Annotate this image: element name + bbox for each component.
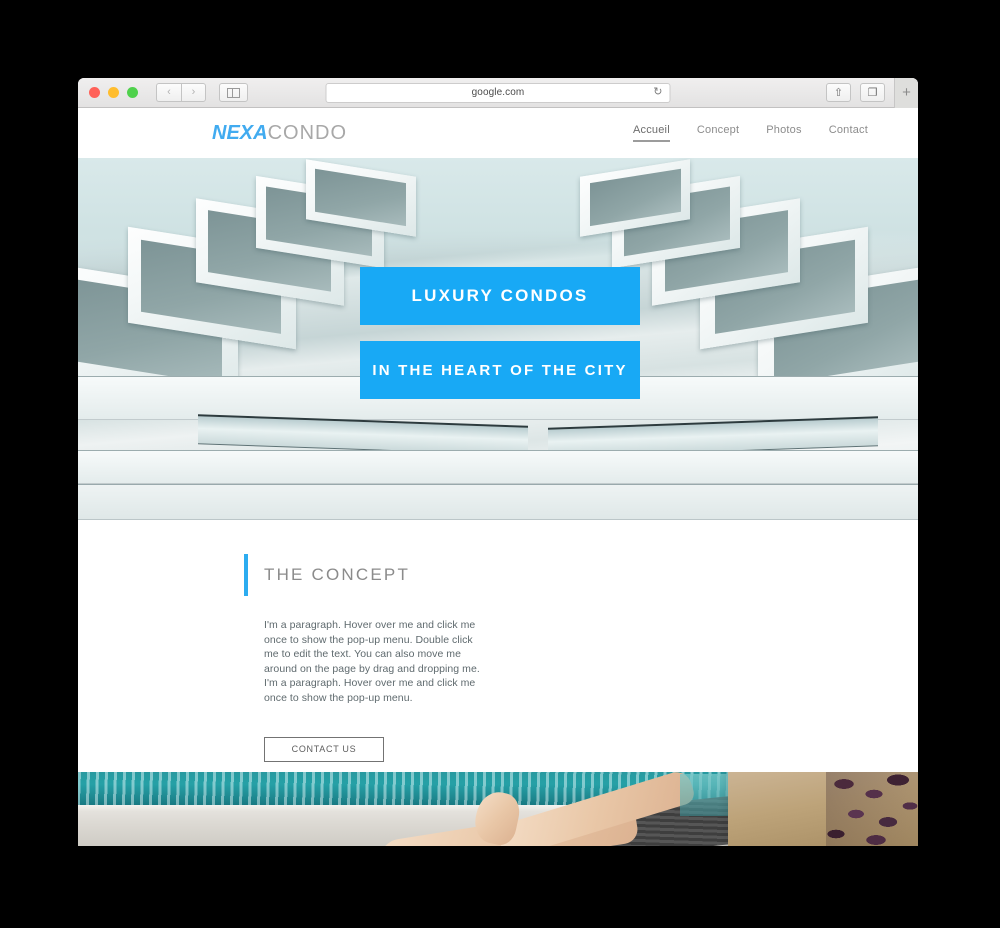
nav-item-concept[interactable]: Concept [697,124,739,142]
tabs-icon: ❐ [867,87,878,99]
contact-us-button[interactable]: CONTACT US [264,736,384,762]
hero-background-image [78,158,918,520]
sidebar-toggle-button[interactable] [219,83,248,102]
address-bar[interactable]: google.com ↻ [325,82,671,103]
logo-primary-text: NEXA [212,121,268,144]
new-tab-button[interactable]: + [894,78,918,108]
maximize-window-button[interactable] [127,87,138,98]
sidebar-icon [227,87,240,98]
plus-icon: + [902,84,911,101]
site-navigation: Accueil Concept Photos Contact [632,124,868,142]
concept-paragraph[interactable]: I'm a paragraph. Hover over me and click… [264,618,480,706]
chevron-left-icon: ‹ [167,86,171,98]
hero-banner-secondary-text: IN THE HEART OF THE CITY [372,361,628,379]
foliage [826,772,918,846]
navigation-buttons: ‹ › [156,83,206,102]
nav-item-contact[interactable]: Contact [829,124,868,142]
pool-image-section [78,772,918,846]
concept-section: THE CONCEPT I'm a paragraph. Hover over … [78,520,918,772]
back-button[interactable]: ‹ [156,83,181,102]
concept-content: THE CONCEPT I'm a paragraph. Hover over … [244,554,544,762]
concept-title-row: THE CONCEPT [244,554,544,596]
concept-title: THE CONCEPT [264,565,411,584]
reload-icon[interactable]: ↻ [653,87,662,98]
chevron-right-icon: › [191,86,196,98]
hero-banner-primary-text: LUXURY CONDOS [411,286,589,305]
nav-item-accueil[interactable]: Accueil [632,124,670,142]
toolbar-right-group: ⇧ ❐ + [826,78,918,108]
site-header: NEXACONDO Accueil Concept Photos Contact [78,108,918,158]
accent-bar [244,554,248,596]
share-button[interactable]: ⇧ [826,83,851,102]
forward-button[interactable]: › [181,83,206,102]
facade-band [78,450,918,484]
logo-secondary-text: CONDO [267,121,348,144]
hero-banner-primary: LUXURY CONDOS [360,267,640,325]
traffic-lights [89,87,138,98]
close-window-button[interactable] [89,87,100,98]
webpage-viewport: NEXACONDO Accueil Concept Photos Contact [78,108,918,846]
browser-window: ‹ › google.com ↻ ⇧ ❐ + NEXACONDO Accueil… [78,78,918,846]
minimize-window-button[interactable] [108,87,119,98]
hero-section: LUXURY CONDOS IN THE HEART OF THE CITY [78,158,918,520]
hero-banner-secondary: IN THE HEART OF THE CITY [360,341,640,399]
site-logo[interactable]: NEXACONDO [212,122,347,145]
facade-band [78,484,918,520]
show-tabs-button[interactable]: ❐ [860,83,885,102]
url-text: google.com [471,87,525,98]
browser-toolbar: ‹ › google.com ↻ ⇧ ❐ + [78,78,918,108]
share-icon: ⇧ [833,87,844,99]
nav-item-photos[interactable]: Photos [766,124,801,142]
